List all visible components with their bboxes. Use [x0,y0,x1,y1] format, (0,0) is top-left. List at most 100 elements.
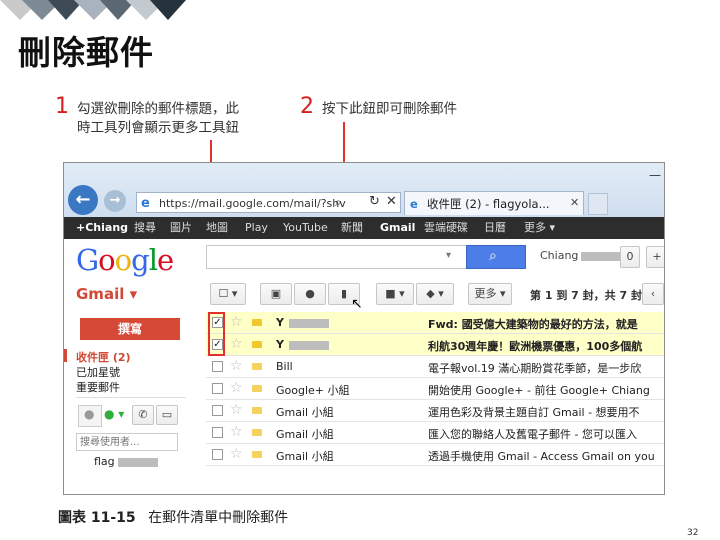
email-row[interactable]: ✓ ☆ Y 利航30週年慶！歐洲機票優惠，100多個航 [206,334,664,356]
notification-count-button[interactable]: 0 [620,246,640,268]
star-icon[interactable]: ☆ [230,424,243,440]
person-icon: ● [84,407,95,421]
arrow-left-icon: ← [75,189,91,210]
page-title: 刪除郵件 [18,33,154,72]
more-actions-label: 更多 ▾ [474,287,506,300]
star-icon[interactable]: ☆ [230,336,243,352]
spam-icon: ● [305,287,315,300]
move-to-folder-button[interactable]: ■ ▾ [376,283,414,305]
email-sender: Bill [276,360,293,373]
email-row[interactable]: ☆ Bill 電子報vol.19 滿心期盼賞花季節，是一步欣 [206,356,664,378]
ie-logo-icon: e [141,196,150,211]
chat-contact-name: flag [94,455,115,468]
google-bar-item-youtube[interactable]: YouTube [283,217,328,239]
header-decoration [0,0,190,20]
email-row[interactable]: ☆ Gmail 小組 透過手機使用 Gmail - Access Gmail on … [206,444,664,466]
user-name[interactable]: Chiang [540,249,622,262]
importance-marker-icon[interactable] [252,363,262,370]
redacted-block [117,457,158,467]
email-subject: 電子報vol.19 滿心期盼賞花季節，是一步欣 [428,362,642,375]
chat-search-input[interactable] [76,433,178,451]
email-row[interactable]: ☆ Google+ 小組 開始使用 Google+ - 前往 Google+ Chi… [206,378,664,400]
call-button[interactable]: ✆ [132,405,154,425]
row-checkbox[interactable] [212,427,223,438]
pagination-text: 第 1 到 7 封，共 7 封 [530,289,642,302]
star-icon[interactable]: ☆ [230,314,243,330]
window-minimize-icon[interactable]: — [649,168,661,182]
compose-button[interactable]: 撰寫 [80,318,180,340]
refresh-icon[interactable]: ↻ [369,194,380,209]
labels-button[interactable]: ◆ ▾ [416,283,454,305]
search-button[interactable]: ⌕ [466,245,526,269]
mouse-cursor-icon: ↖ [351,296,363,312]
tab-label: 收件匣 (2) - flagyola... [427,197,550,211]
google-bar-item-profile[interactable]: +Chiang [76,217,128,239]
importance-marker-icon[interactable] [252,385,262,392]
row-checkbox[interactable] [212,361,223,372]
google-bar-item-images[interactable]: 圖片 [170,217,192,239]
sidebar-item-inbox[interactable]: 收件匣 (2) [76,349,131,365]
gmail-menu[interactable]: Gmail ▾ [76,285,137,303]
importance-marker-icon[interactable] [252,341,262,348]
arrow-right-icon: → [109,193,121,208]
google-logo[interactable]: Google [76,243,174,277]
tab-close-icon[interactable]: ✕ [570,196,579,209]
google-bar-item-play[interactable]: Play [245,217,268,239]
chat-contact[interactable]: flag [94,455,158,468]
select-checkbox-button[interactable]: ☐ ▾ [210,283,246,305]
notification-count: 0 [626,250,634,263]
email-sender: Gmail 小組 [276,450,334,463]
email-row[interactable]: ☆ Gmail 小組 運用色彩及背景主題自訂 Gmail - 想要用不 [206,400,664,422]
gmail-screenshot: ← → e https://mail.google.com/mail/?shv … [63,162,665,495]
search-icon: ⌕ [489,248,497,264]
google-bar-item-maps[interactable]: 地圖 [206,217,228,239]
forward-button[interactable]: → [104,190,126,212]
email-row[interactable]: ✓ ☆ Y Fwd: 國受億大建築物的最好的方法，就是 [206,312,664,334]
annotation-text-line1: 按下此鈕即可刪除郵件 [322,101,457,117]
more-actions-button[interactable]: 更多 ▾ [468,283,512,305]
row-checkbox[interactable] [212,405,223,416]
google-bar-item-gmail[interactable]: Gmail [380,217,415,239]
email-row[interactable]: ☆ Gmail 小組 匯入您的聯絡人及舊電子郵件 - 您可以匯入 [206,422,664,444]
importance-marker-icon[interactable] [252,319,262,326]
sidebar-item-starred[interactable]: 已加星號 [76,364,120,380]
star-icon[interactable]: ☆ [230,402,243,418]
video-chat-button[interactable]: ▭ [156,405,178,425]
address-text: https://mail.google.com/mail/?shv [159,197,346,210]
importance-marker-icon[interactable] [252,407,262,414]
google-bar-item-drive[interactable]: 雲端硬碟 [424,217,468,239]
star-icon[interactable]: ☆ [230,358,243,374]
new-tab-button[interactable] [588,193,608,215]
email-sender: Gmail 小組 [276,428,334,441]
browser-tab[interactable]: e 收件匣 (2) - flagyola... [404,191,584,215]
star-icon[interactable]: ☆ [230,446,243,462]
figure-caption: 圖表 11-15 在郵件清單中刪除郵件 [58,507,288,527]
row-checkbox[interactable] [212,449,223,460]
google-bar-item-more[interactable]: 更多 ▾ [524,217,555,239]
archive-button[interactable]: ▣ [260,283,292,305]
email-subject: Fwd: 國受億大建築物的最好的方法，就是 [428,318,638,331]
google-bar-item-calendar[interactable]: 日曆 [484,217,506,239]
dropdown-arrow-icon[interactable]: ▾ [446,250,451,261]
email-sender: Gmail 小組 [276,406,334,419]
online-status-icon[interactable]: ● ▾ [104,407,124,421]
prev-page-button[interactable]: ‹ [642,283,664,305]
address-bar[interactable]: e https://mail.google.com/mail/?shv [136,192,401,213]
google-bar-item-news[interactable]: 新聞 [341,217,363,239]
star-icon[interactable]: ☆ [230,380,243,396]
phone-icon: ✆ [138,408,148,421]
chat-divider [76,397,186,398]
search-icon[interactable]: ⌕ [335,195,342,210]
share-button[interactable]: + [646,246,664,268]
importance-marker-icon[interactable] [252,429,262,436]
importance-marker-icon[interactable] [252,451,262,458]
chat-status-button[interactable]: ● [78,405,102,427]
annotation-text-line2: 時工具列會顯示更多工具鈕 [77,120,239,136]
email-subject: 開始使用 Google+ - 前往 Google+ Chiang [428,384,650,397]
sidebar-item-important[interactable]: 重要郵件 [76,379,120,395]
row-checkbox[interactable] [212,383,223,394]
close-icon[interactable]: ✕ [386,194,397,209]
back-button[interactable]: ← [68,185,98,215]
google-bar-item-search[interactable]: 搜尋 [134,217,156,239]
report-spam-button[interactable]: ● [294,283,326,305]
